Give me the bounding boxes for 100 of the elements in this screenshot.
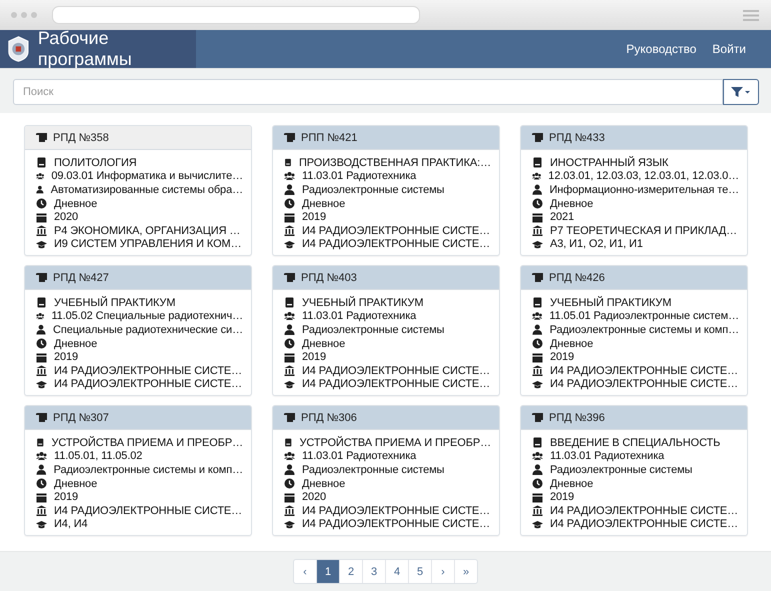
clock-icon <box>36 338 47 350</box>
calendar-icon <box>284 492 295 503</box>
book-icon <box>284 297 295 308</box>
card-field-text: Дневное <box>550 338 594 350</box>
page-link[interactable]: ‹ <box>294 560 316 583</box>
card-field-text: И4 РАДИОЭЛЕКТРОННЫЕ СИСТЕ… <box>54 364 242 377</box>
address-bar[interactable] <box>52 6 420 24</box>
scroll-icon <box>36 273 47 282</box>
card-field-text: ВВЕДЕНИЕ В СПЕЦИАЛЬНОСТЬ <box>550 436 720 449</box>
program-card[interactable]: РПД №358 ПОЛИТОЛОГИЯ 09.03.01 Информатика и вычислите… Автоматизированные системы обра… Дневное 2020 Р4 ЭКОНОМИКА, ОРГАНИЗАЦИЯ … И9 СИСТЕМ УПРАВЛЕНИЯ И КОМ… <box>24 125 252 256</box>
bank-icon <box>284 365 295 376</box>
card-field-text: И4 РАДИОЭЛЕКТРОННЫЕ СИСТЕ… <box>550 518 738 530</box>
page-link[interactable]: › <box>431 560 454 583</box>
users-icon <box>284 170 295 182</box>
card-field-text: Радиоэлектронные системы <box>302 324 444 336</box>
card-field-text: 2019 <box>550 351 574 364</box>
page-link[interactable]: 5 <box>408 560 431 583</box>
card-field-text: Дневное <box>54 198 98 210</box>
page-link[interactable]: 1 <box>316 560 339 583</box>
card-field-text: УЧЕБНЫЙ ПРАКТИКУМ <box>54 296 176 309</box>
calendar-icon <box>284 212 295 223</box>
graduation-cap-icon <box>36 378 47 390</box>
program-card[interactable]: РПД №307 УСТРОЙСТВА ПРИЕМА И ПРЕОБР… 11.05.01, 11.05.02 Радиоэлектронные системы и комп… Дневное 2019 И4 РАДИОЭЛЕКТРОННЫЕ СИСТЕ… И4, И4 <box>24 405 252 536</box>
card-title: РПД №396 <box>549 412 605 424</box>
calendar-icon <box>532 212 543 223</box>
card-title: РПД №427 <box>53 272 109 284</box>
program-card[interactable]: РПД №433 ИНОСТРАННЫЙ ЯЗЫК 12.03.01, 12.03.03, 12.03.01, 12.03.0… Информационно-измерительная те… Дневное 2021 Р7 ТЕОРЕТИЧЕСКАЯ И ПРИКЛАД… А3, И1, О2, И1, И1 <box>520 125 748 256</box>
scroll-icon <box>532 273 543 282</box>
scroll-icon <box>36 133 47 142</box>
card-field-text: 12.03.01, 12.03.03, 12.03.01, 12.03.0… <box>548 170 739 182</box>
card-field-text: И4 РАДИОЭЛЕКТРОННЫЕ СИСТЕ… <box>550 504 738 517</box>
page-link[interactable]: » <box>454 560 477 583</box>
card-field-text: 11.03.01 Радиотехника <box>302 310 416 322</box>
user-icon <box>532 184 542 196</box>
book-icon <box>36 297 47 308</box>
card-field-text: ПОЛИТОЛОГИЯ <box>54 156 137 169</box>
users-icon <box>532 170 542 182</box>
book-icon <box>532 437 543 448</box>
card-field-text: 11.03.01 Радиотехника <box>550 450 664 462</box>
card-field-text: Дневное <box>550 478 594 490</box>
program-card[interactable]: РПД №403 УЧЕБНЫЙ ПРАКТИКУМ 11.03.01 Радиотехника Радиоэлектронные системы Дневное 2019 И4 РАДИОЭЛЕКТРОННЫЕ СИСТЕ… И4 РАДИОЭЛЕКТРОННЫЕ СИСТЕ… <box>272 265 500 396</box>
scroll-icon <box>532 133 543 142</box>
calendar-icon <box>36 352 47 363</box>
clock-icon <box>532 198 543 210</box>
window-dots-icon <box>10 11 40 19</box>
user-icon <box>36 324 46 336</box>
book-icon <box>532 157 543 168</box>
page-link[interactable]: 4 <box>385 560 408 583</box>
card-title: РПД №433 <box>549 132 605 144</box>
card-field-text: УЧЕБНЫЙ ПРАКТИКУМ <box>550 296 672 309</box>
card-title: РПД №306 <box>301 412 357 424</box>
card-field-text: 2019 <box>54 351 78 364</box>
card-field-text: Специальные радиотехнические си… <box>53 324 243 336</box>
program-card[interactable]: РПД №306 УСТРОЙСТВА ПРИЕМА И ПРЕОБР… 11.03.01 Радиотехника Радиоэлектронные системы Дневное 2020 И4 РАДИОЭЛЕКТРОННЫЕ СИСТЕ… И4 РАДИОЭЛЕКТРОННЫЕ СИСТЕ… <box>272 405 500 536</box>
card-title: РПД №307 <box>53 412 109 424</box>
card-field-text: 2020 <box>302 491 326 504</box>
book-icon <box>284 157 292 168</box>
filter-button[interactable] <box>723 79 759 105</box>
book-icon <box>532 297 543 308</box>
calendar-icon <box>532 492 543 503</box>
clock-icon <box>284 478 295 490</box>
card-field-text: Р4 ЭКОНОМИКА, ОРГАНИЗАЦИЯ … <box>54 224 240 237</box>
card-field-text: И4 РАДИОЭЛЕКТРОННЫЕ СИСТЕ… <box>550 378 738 390</box>
users-icon <box>36 170 44 182</box>
card-field-text: 11.05.02 Специальные радиотехнич… <box>51 310 243 322</box>
card-field-text: И4 РАДИОЭЛЕКТРОННЫЕ СИСТЕ… <box>54 504 242 517</box>
card-field-text: И4 РАДИОЭЛЕКТРОННЫЕ СИСТЕ… <box>302 518 490 530</box>
card-field-text: 11.03.01 Радиотехника <box>302 170 416 182</box>
bank-icon <box>284 225 295 236</box>
users-icon <box>284 450 295 462</box>
scroll-icon <box>36 413 47 422</box>
clock-icon <box>532 338 543 350</box>
user-icon <box>284 324 295 336</box>
menu-icon[interactable] <box>743 10 759 20</box>
graduation-cap-icon <box>36 518 47 530</box>
card-field-text: 11.05.01, 11.05.02 <box>54 450 142 462</box>
program-card[interactable]: РПД №426 УЧЕБНЫЙ ПРАКТИКУМ 11.05.01 Радиоэлектронные систем… Радиоэлектронные системы и комп… Дневное 2019 И4 РАДИОЭЛЕКТРОННЫЕ СИСТЕ… И4 РАДИОЭЛЕКТРОННЫЕ СИСТЕ… <box>520 265 748 396</box>
user-icon <box>36 184 44 196</box>
card-field-text: 2019 <box>302 351 326 364</box>
bank-icon <box>532 365 543 376</box>
program-card[interactable]: РПД №427 УЧЕБНЫЙ ПРАКТИКУМ 11.05.02 Специальные радиотехнич… Специальные радиотехнические си… Дневное 2019 И4 РАДИОЭЛЕКТРОННЫЕ СИСТЕ… И4 РАДИОЭЛЕКТРОННЫЕ СИСТЕ… <box>24 265 252 396</box>
card-field-text: Дневное <box>302 338 346 350</box>
card-field-text: И4, И4 <box>54 518 88 530</box>
card-field-text: УЧЕБНЫЙ ПРАКТИКУМ <box>302 296 424 309</box>
brand-link[interactable]: Рабочие программы <box>0 30 196 68</box>
nav-link[interactable]: Войти <box>712 42 746 56</box>
graduation-cap-icon <box>532 378 543 390</box>
graduation-cap-icon <box>284 378 295 390</box>
page-link[interactable]: 3 <box>362 560 385 583</box>
user-icon <box>284 464 295 476</box>
calendar-icon <box>36 212 47 223</box>
book-icon <box>36 157 47 168</box>
nav-link[interactable]: Руководство <box>626 42 696 56</box>
card-field-text: И4 РАДИОЭЛЕКТРОННЫЕ СИСТЕ… <box>302 504 490 517</box>
user-icon <box>532 464 543 476</box>
program-card[interactable]: РПП №421 ПРОИЗВОДСТВЕННАЯ ПРАКТИКА:… 11.03.01 Радиотехника Радиоэлектронные системы Дневное 2019 И4 РАДИОЭЛЕКТРОННЫЕ СИСТЕ… И4 РАДИОЭЛЕКТРОННЫЕ СИСТЕ… <box>272 125 500 256</box>
page-link[interactable]: 2 <box>339 560 362 583</box>
card-field-text: ИНОСТРАННЫЙ ЯЗЫК <box>550 156 668 169</box>
program-card[interactable]: РПД №396 ВВЕДЕНИЕ В СПЕЦИАЛЬНОСТЬ 11.03.01 Радиотехника Радиоэлектронные системы Дневное 2019 И4 РАДИОЭЛЕКТРОННЫЕ СИСТЕ… И4 РАДИОЭЛЕКТРОННЫЕ СИСТЕ… <box>520 405 748 536</box>
search-field[interactable]: Поиск <box>13 79 723 105</box>
